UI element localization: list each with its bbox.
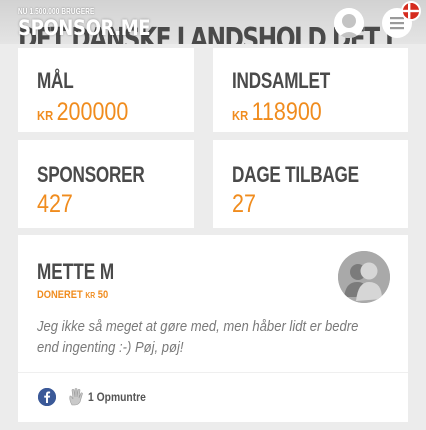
sponsors-value: 427 [37,190,73,218]
cheer-hand-icon[interactable] [68,388,84,406]
top-header: DET DANSKE LANDSHOLD DET L NU 1.500.000 … [0,0,426,44]
user-icon [334,8,364,38]
donor-message: Jeg ikke så meget at gøre med, men håber… [37,319,359,356]
raised-value: KR 118900 [232,98,322,127]
goal-amount: 200000 [56,98,129,126]
donor-name: METTE M [37,259,115,284]
donated-label: DONERET [37,289,83,301]
facebook-icon [38,388,56,406]
goal-currency: KR [37,108,54,123]
donation-comment-card: METTE M DONERET KR 50 Jeg ikke så meget … [18,235,408,422]
goal-card: MÅL KR 200000 [18,48,194,132]
raised-currency: KR [232,108,249,123]
raised-amount: 118900 [251,98,322,126]
language-button[interactable] [401,1,421,21]
raised-label: INDSAMLET [232,68,330,93]
goal-value: KR 200000 [37,98,128,127]
cheer-count[interactable]: 1 Opmuntre [88,390,146,404]
donation-value: 50 [97,289,109,301]
goal-label: MÅL [37,68,74,93]
raised-card: INDSAMLET KR 118900 [213,48,408,132]
profile-button[interactable] [334,8,364,38]
users-count: NU 1.500.000 BRUGERE [18,7,95,16]
days-left-label: DAGE TILBAGE [232,162,359,187]
facebook-share-button[interactable] [38,388,56,406]
sponsors-label: SPONSORER [37,162,145,187]
sponsors-card: SPONSORER 427 [18,140,194,228]
danish-flag-icon [403,3,419,19]
donation-amount: DONERET KR 50 [37,289,108,301]
divider [18,372,408,373]
sponsor-me-logo[interactable]: SPONSOR.ME [18,16,151,40]
days-left-value: 27 [232,190,256,218]
days-left-card: DAGE TILBAGE 27 [213,140,408,228]
donation-currency: KR [85,291,96,300]
donor-avatar [338,251,390,303]
avatar-placeholder-icon [338,251,390,303]
